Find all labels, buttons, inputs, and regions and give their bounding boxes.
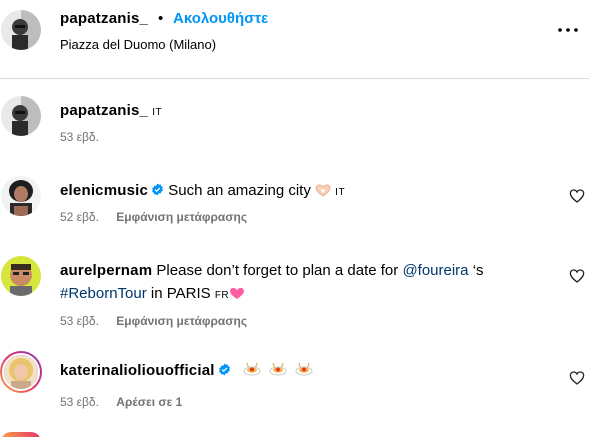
- comment-body-start: Please don’t forget to plan a date for: [156, 262, 399, 279]
- comment-username[interactable]: aurelpernam: [60, 262, 152, 279]
- spaghetti-emoji: [295, 361, 313, 384]
- author-username[interactable]: papatzanis_: [60, 10, 148, 27]
- story-ring-avatar[interactable]: [0, 351, 42, 393]
- caption-meta: 53 εβδ.: [60, 130, 113, 144]
- comment-meta: 52 εβδ. Εμφάνιση μετάφρασης: [60, 210, 261, 224]
- comment-avatar[interactable]: [1, 176, 41, 216]
- post-header: papatzanis_ • Ακολουθήστε Piazza del Duo…: [0, 0, 589, 80]
- spaghetti-emoji: [243, 361, 261, 384]
- heart-outline-icon[interactable]: [569, 268, 585, 284]
- post-location[interactable]: Piazza del Duomo (Milano): [60, 37, 216, 52]
- comment-text: aurelpernam Please don’t forget to plan …: [60, 259, 530, 307]
- header-separator: •: [158, 10, 164, 27]
- comment-username[interactable]: elenicmusic: [60, 182, 148, 199]
- spaghetti-emoji: [269, 361, 287, 384]
- verified-badge-icon: [152, 183, 163, 196]
- comment-time[interactable]: 52 εβδ.: [60, 210, 99, 224]
- hashtag-link[interactable]: #RebornTour: [60, 285, 147, 302]
- comment-lang: FR: [214, 290, 230, 301]
- heart-outline-icon[interactable]: [569, 188, 585, 204]
- caption-text: papatzanis_ IT: [60, 99, 530, 124]
- caption-username[interactable]: papatzanis_: [60, 102, 148, 119]
- comment-time[interactable]: 53 εβδ.: [60, 395, 99, 409]
- caption-time[interactable]: 53 εβδ.: [60, 130, 99, 144]
- show-translation-button[interactable]: Εμφάνιση μετάφρασης: [116, 210, 247, 224]
- follow-button[interactable]: Ακολουθήστε: [173, 10, 268, 27]
- verified-badge-icon: [218, 363, 230, 376]
- comment-avatar[interactable]: [1, 256, 41, 296]
- caption-lang: IT: [152, 107, 163, 118]
- header-divider: [0, 78, 589, 79]
- comment-body-end: in PARIS: [150, 285, 211, 302]
- next-comment-avatar: [1, 432, 41, 437]
- comment-text: elenicmusic Such an amazing city IT: [60, 179, 530, 204]
- comment-body-possessive: ‘s: [472, 262, 484, 279]
- pink-heart-emoji: [229, 284, 245, 307]
- comment-meta: 53 εβδ. Αρέσει σε 1: [60, 395, 196, 409]
- comment-meta: 53 εβδ. Εμφάνιση μετάφρασης: [60, 314, 261, 328]
- mention-link[interactable]: @foureira: [402, 262, 468, 279]
- comment-body: Such an amazing city: [168, 182, 311, 199]
- show-translation-button[interactable]: Εμφάνιση μετάφρασης: [116, 314, 247, 328]
- likes-count-button[interactable]: Αρέσει σε 1: [116, 395, 182, 409]
- comment-text: katerinalioliouofficial: [60, 359, 530, 384]
- comment-time[interactable]: 53 εβδ.: [60, 314, 99, 328]
- caption-avatar[interactable]: [1, 96, 41, 136]
- more-horizontal-icon[interactable]: [556, 18, 580, 42]
- author-avatar[interactable]: [1, 10, 41, 50]
- comment-username[interactable]: katerinalioliouofficial: [60, 362, 215, 379]
- comment-lang: IT: [335, 187, 346, 198]
- heart-hands-emoji: [315, 181, 331, 204]
- heart-outline-icon[interactable]: [569, 370, 585, 386]
